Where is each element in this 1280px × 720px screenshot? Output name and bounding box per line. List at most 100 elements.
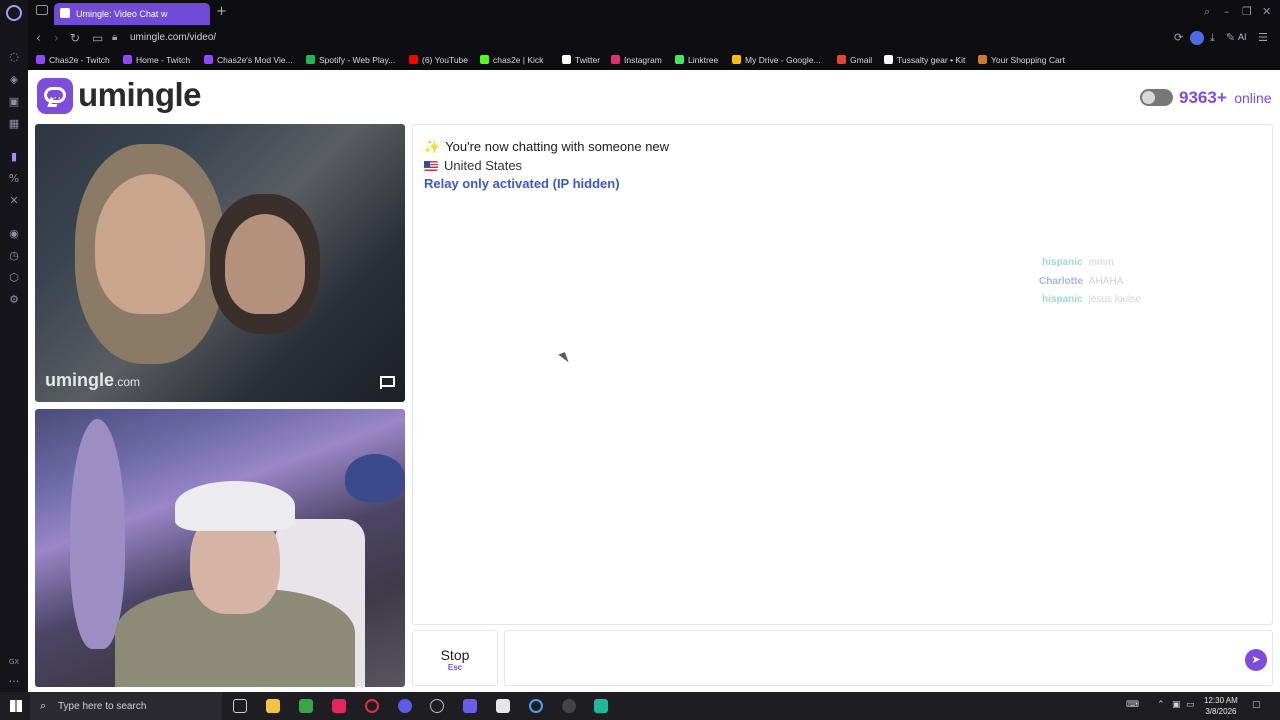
bookmark-favicon-icon: [480, 55, 489, 64]
address-bar: ‹ › ↻ ▭ 🔒︎ umingle.com/video/ ⟳ ⤓ ✎ AI ☰: [28, 25, 1280, 51]
app-c-icon[interactable]: [529, 699, 543, 713]
twitch-icon[interactable]: ▮: [7, 150, 21, 164]
bookmark-item[interactable]: (6) YouTube: [409, 55, 468, 65]
bookmark-label: Home - Twitch: [136, 55, 191, 65]
ai-button[interactable]: AI: [1238, 32, 1247, 42]
task-view-icon[interactable]: [233, 699, 247, 713]
history-icon[interactable]: ◷: [7, 249, 21, 263]
4k-app-icon[interactable]: [562, 699, 576, 713]
bookmark-item[interactable]: Your Shopping Cart: [978, 55, 1065, 65]
ai-prompt-icon[interactable]: ✎: [1226, 31, 1235, 44]
tray-app-icon[interactable]: ▣: [1172, 700, 1181, 710]
bookmark-item[interactable]: chas2e | Kick: [480, 55, 543, 65]
bookmark-item[interactable]: Tussalty gear • Kit: [884, 55, 965, 65]
back-icon[interactable]: ‹: [36, 31, 41, 45]
watermark: umingle.com: [45, 370, 141, 390]
app-icon[interactable]: [299, 699, 313, 713]
extensions-icon[interactable]: ⬡: [7, 271, 21, 285]
player-icon[interactable]: ◉: [7, 227, 21, 241]
discord-taskbar-icon[interactable]: [398, 699, 412, 713]
steam-icon[interactable]: [430, 699, 444, 713]
search-icon: ⌕: [40, 699, 47, 712]
download-icon[interactable]: ⤓: [1210, 31, 1215, 45]
menu-icon[interactable]: ☰: [1258, 31, 1268, 44]
bookmark-item[interactable]: Chas2e - Twitch: [36, 55, 110, 65]
gx-icon[interactable]: GX: [7, 655, 21, 669]
stop-label: Stop: [440, 647, 470, 663]
send-icon[interactable]: ➤: [1245, 649, 1267, 671]
easy-setup-icon[interactable]: ⟳: [1174, 31, 1183, 44]
theme-toggle[interactable]: [1140, 89, 1173, 106]
tab-title: Umingle: Video Chat w: [76, 9, 168, 19]
app-green-icon[interactable]: [594, 699, 608, 713]
tab-umingle[interactable]: Umingle: Video Chat w: [54, 3, 210, 25]
minimize-icon[interactable]: –: [1224, 5, 1230, 18]
local-video: [35, 409, 405, 687]
windows-start-icon[interactable]: [10, 700, 22, 712]
workspace-icon[interactable]: ◈: [7, 73, 21, 87]
url-field[interactable]: umingle.com/video/: [130, 32, 216, 43]
workspaces-icon[interactable]: [36, 5, 48, 15]
bookmark-label: My Drive - Google...: [745, 55, 821, 65]
aria-icon[interactable]: ◌: [7, 50, 21, 64]
more-icon[interactable]: ···: [7, 675, 21, 689]
stop-hotkey: Esc: [447, 663, 463, 672]
settings-icon[interactable]: ⚙: [7, 293, 21, 307]
pinboard-icon[interactable]: ▣: [7, 95, 21, 109]
app-grid-icon[interactable]: [463, 699, 477, 713]
bookmark-item[interactable]: Chas2e's Mod Vie...: [204, 55, 293, 65]
network-icon[interactable]: ▭: [1186, 700, 1195, 710]
system-clock[interactable]: 12:30 AM 3/8/2026: [1204, 695, 1238, 717]
system-message-relay: Relay only activated (IP hidden): [424, 176, 620, 191]
bookmark-label: chas2e | Kick: [493, 55, 544, 65]
close-window-icon[interactable]: ✕: [1262, 5, 1271, 18]
bookmark-item[interactable]: Instagram: [611, 55, 662, 65]
discord-icon[interactable]: %: [7, 172, 21, 186]
bookmark-favicon-icon: [409, 55, 418, 64]
vpn-icon[interactable]: [1190, 31, 1204, 45]
bookmark-label: Twitter: [575, 55, 601, 65]
bookmark-item[interactable]: Spotify - Web Play...: [306, 55, 395, 65]
online-counter: 9363+ online: [1179, 88, 1272, 108]
browser-sidebar: ◌ ◈ ▣ ▦ ▮ % ✕ ◉ ◷ ⬡ ⚙ GX ···: [0, 0, 28, 692]
bookmark-item[interactable]: Linktree: [675, 55, 718, 65]
bookmark-favicon-icon: [36, 55, 45, 64]
bookmark-item[interactable]: Gmail: [837, 55, 872, 65]
bookmark-label: Your Shopping Cart: [991, 55, 1065, 65]
system-message-new-chat: ✨ You're now chatting with someone new: [424, 139, 670, 155]
tray-chevron-icon[interactable]: ⌃: [1157, 700, 1165, 710]
bookmark-favicon-icon: [204, 55, 213, 64]
bookmark-item[interactable]: My Drive - Google...: [732, 55, 821, 65]
messenger-icon[interactable]: ▦: [7, 117, 21, 131]
taskbar-search-placeholder: Type here to search: [58, 701, 147, 712]
chat-input[interactable]: ➤: [504, 630, 1273, 686]
taskbar: ⌕ Type here to search ⌨ ⌃ ▣ ▭ ◁ 12:30 AM…: [0, 692, 1280, 720]
bookmark-item[interactable]: Home - Twitch: [123, 55, 190, 65]
bookmark-label: Linktree: [688, 55, 719, 65]
bookmark-item[interactable]: Twitter: [562, 55, 600, 65]
stop-button[interactable]: Stop Esc: [412, 630, 498, 686]
bookmark-favicon-icon: [306, 55, 315, 64]
maximize-icon[interactable]: ❐: [1242, 5, 1252, 18]
opera-gx-icon[interactable]: [365, 699, 379, 713]
search-tabs-icon[interactable]: ⌕: [1204, 5, 1210, 19]
obs-icon[interactable]: [496, 699, 510, 713]
lock-icon[interactable]: 🔒︎: [112, 31, 117, 45]
opera-menu-icon[interactable]: [6, 5, 22, 21]
forward-icon[interactable]: ›: [54, 31, 59, 45]
logo-icon[interactable]: ···: [37, 78, 73, 114]
overlay-chat-line: hispanic jesus louise: [1042, 294, 1141, 305]
report-flag-icon[interactable]: [380, 376, 395, 389]
keyboard-icon[interactable]: ⌨: [1126, 700, 1139, 710]
bookmark-label: Chas2e - Twitch: [49, 55, 110, 65]
tiktok-icon[interactable]: [332, 699, 346, 713]
bookmark-label: (6) YouTube: [422, 55, 468, 65]
file-explorer-icon[interactable]: [266, 699, 280, 713]
new-tab-button[interactable]: +: [216, 4, 227, 19]
snapshot-icon[interactable]: ▭: [92, 31, 103, 45]
reload-icon[interactable]: ↻: [70, 31, 80, 45]
taskbar-search[interactable]: ⌕ Type here to search: [30, 692, 222, 720]
notifications-icon[interactable]: ▢: [1252, 700, 1261, 710]
logo-text[interactable]: umingle: [78, 76, 202, 114]
x-icon[interactable]: ✕: [7, 194, 21, 208]
